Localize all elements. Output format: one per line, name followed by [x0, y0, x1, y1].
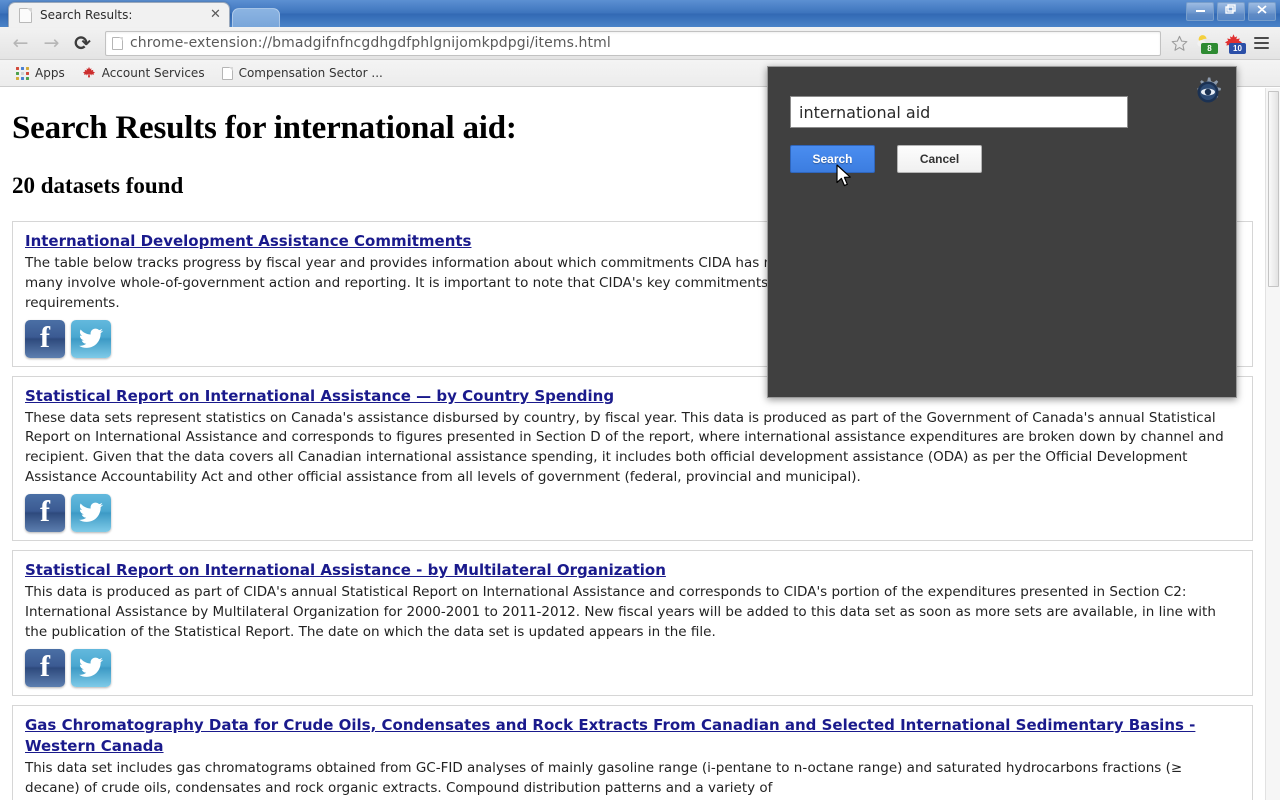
tab-title: Search Results: [40, 8, 133, 22]
bookmark-compensation-sector[interactable]: Compensation Sector ... [215, 63, 390, 83]
window-controls [1186, 2, 1276, 21]
bookmark-account-services-label: Account Services [101, 66, 205, 80]
maple-leaf-icon [82, 66, 96, 80]
extension-search-popup: Search Cancel [767, 66, 1237, 398]
browser-toolbar: ← → ⟳ chrome-extension://bmadgifnfncgdhg… [0, 27, 1280, 60]
extension-badge-count: 10 [1229, 42, 1246, 54]
reload-button[interactable]: ⟳ [68, 30, 97, 57]
weather-extension-icon[interactable]: 8 [1193, 30, 1218, 57]
bookmark-apps-label: Apps [35, 66, 65, 80]
twitter-share-icon[interactable] [71, 649, 111, 688]
result-card: Gas Chromatography Data for Crude Oils, … [12, 705, 1253, 800]
address-bar-url: chrome-extension://bmadgifnfncgdhgdfphlg… [130, 35, 611, 51]
maple-leaf-extension-icon[interactable]: 10 [1221, 30, 1246, 57]
bookmark-apps[interactable]: Apps [9, 63, 72, 83]
result-card: Statistical Report on International Assi… [12, 375, 1253, 542]
cancel-button[interactable]: Cancel [897, 145, 982, 173]
address-bar[interactable]: chrome-extension://bmadgifnfncgdhgdfphlg… [105, 30, 1161, 56]
facebook-share-icon[interactable]: f [25, 319, 65, 358]
result-title-link[interactable]: Gas Chromatography Data for Crude Oils, … [25, 716, 1195, 755]
facebook-share-icon[interactable]: f [25, 649, 65, 688]
tab-close-icon[interactable]: ✕ [208, 7, 223, 23]
page-scrollbar[interactable] [1265, 88, 1280, 800]
popup-button-row: Search Cancel [790, 145, 982, 173]
tab-favicon-icon [19, 7, 32, 23]
weather-badge: 8 [1201, 42, 1218, 54]
search-input[interactable] [790, 96, 1128, 128]
maximize-restore-button[interactable] [1217, 2, 1245, 21]
result-description: This data set includes gas chromatograms… [25, 759, 1183, 796]
result-description: This data is produced as part of CIDA's … [25, 584, 1216, 641]
twitter-share-icon[interactable] [71, 319, 111, 358]
back-button[interactable]: ← [6, 30, 35, 57]
result-description: These data sets represent statistics on … [25, 409, 1224, 486]
close-window-button[interactable] [1248, 2, 1276, 21]
result-title-link[interactable]: Statistical Report on International Assi… [25, 561, 666, 579]
forward-button[interactable]: → [37, 30, 66, 57]
browser-window: Search Results: ✕ ← → ⟳ chrome-extension… [0, 0, 1280, 800]
browser-tab[interactable]: Search Results: ✕ [8, 2, 230, 27]
search-button[interactable]: Search [790, 145, 875, 173]
hamburger-menu-icon[interactable] [1248, 30, 1274, 57]
share-row: f [25, 494, 1240, 533]
page-icon [221, 66, 233, 80]
page-favicon-icon [112, 36, 123, 50]
settings-gear-icon[interactable] [1191, 75, 1225, 109]
apps-grid-icon [16, 66, 29, 80]
facebook-share-icon[interactable]: f [25, 494, 65, 533]
twitter-share-icon[interactable] [71, 494, 111, 533]
bookmark-account-services[interactable]: Account Services [75, 63, 212, 83]
scrollbar-thumb[interactable] [1268, 91, 1279, 287]
result-card: Statistical Report on International Assi… [12, 550, 1253, 697]
bookmark-star-icon[interactable] [1168, 32, 1190, 54]
title-bar: Search Results: ✕ [0, 0, 1280, 27]
bookmark-compensation-sector-label: Compensation Sector ... [238, 66, 383, 80]
share-row: f [25, 649, 1240, 688]
new-tab-button[interactable] [232, 8, 280, 27]
result-title-link[interactable]: International Development Assistance Com… [25, 232, 471, 250]
minimize-button[interactable] [1186, 2, 1214, 21]
result-title-link[interactable]: Statistical Report on International Assi… [25, 387, 614, 405]
